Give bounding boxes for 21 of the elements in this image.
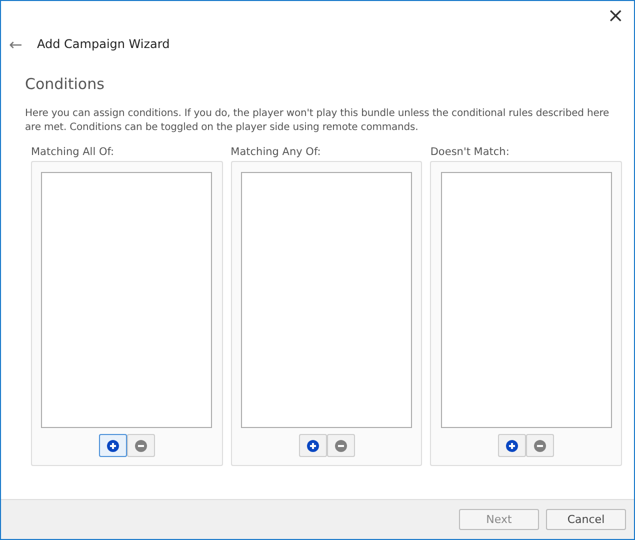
description-text: Here you can assign conditions. If you do, the player won't play this bundle unless the conditional rules described here are met. Conditions can be toggled on the player side using remote commands. bbox=[25, 107, 610, 135]
close-button[interactable]: × bbox=[607, 5, 624, 25]
back-button[interactable]: ← bbox=[9, 34, 37, 54]
window-title: Add Campaign Wizard bbox=[37, 37, 170, 51]
panel-label: Doesn't Match: bbox=[430, 146, 510, 160]
minus-icon bbox=[534, 440, 546, 452]
panel-label: Matching All Of: bbox=[31, 146, 116, 160]
add-button[interactable] bbox=[98, 434, 127, 457]
minus-icon bbox=[334, 440, 346, 452]
minus-icon bbox=[134, 440, 147, 452]
remove-button[interactable] bbox=[126, 434, 155, 457]
panel-label: Matching Any Of: bbox=[230, 146, 322, 160]
plus-icon bbox=[506, 440, 518, 452]
add-button[interactable] bbox=[298, 434, 326, 457]
plus-icon bbox=[306, 440, 318, 452]
remove-button[interactable] bbox=[326, 434, 354, 457]
add-button[interactable] bbox=[498, 434, 526, 457]
page-heading: Conditions bbox=[25, 75, 106, 93]
remove-button[interactable] bbox=[526, 434, 554, 457]
plus-icon bbox=[106, 440, 119, 452]
cancel-button[interactable]: Cancel bbox=[546, 509, 626, 530]
